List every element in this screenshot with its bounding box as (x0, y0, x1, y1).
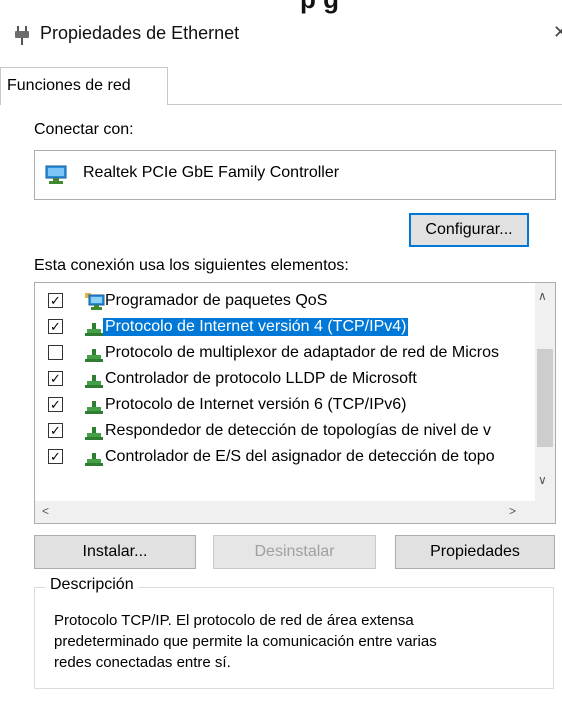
list-item[interactable]: ✓ Protocolo de Internet versión 4 (TCP/IP… (35, 315, 535, 341)
horizontal-scrollbar[interactable]: < > (35, 501, 535, 523)
list-item[interactable]: ✓ Protocolo de Internet versión 6 (TCP/IP… (35, 393, 535, 419)
item-checkbox[interactable]: ✓ (48, 423, 63, 438)
protocol-icon (83, 397, 105, 415)
connect-label: Conectar con: (34, 121, 134, 138)
adapter-name: Realtek PCIe GbE Family Controller (83, 164, 340, 181)
item-checkbox[interactable]: ✓ (48, 293, 63, 308)
tab-label: Funciones de red (7, 77, 131, 94)
ethernet-plug-icon (14, 24, 30, 46)
tab-funciones-de-red[interactable]: Funciones de red (0, 67, 168, 105)
title-bar: Propiedades de Ethernet ✕ (0, 18, 562, 54)
network-service-icon (83, 293, 105, 311)
components-list[interactable]: ✓ Programador de paquetes QoS ✓ Protocolo d… (34, 282, 556, 524)
protocol-icon (83, 319, 105, 337)
protocol-icon (83, 423, 105, 441)
window-title: Propiedades de Ethernet (40, 23, 240, 43)
scroll-left-icon[interactable]: < (42, 504, 49, 518)
scroll-up-icon[interactable]: ∧ (538, 289, 547, 303)
adapter-field: Realtek PCIe GbE Family Controller (34, 150, 556, 200)
item-checkbox[interactable] (48, 345, 63, 360)
list-item[interactable]: ✓ Controlador de protocolo LLDP de Micros… (35, 367, 535, 393)
configure-button[interactable]: Configurar... (409, 213, 529, 247)
item-checkbox[interactable]: ✓ (48, 397, 63, 412)
scroll-right-icon[interactable]: > (509, 504, 516, 518)
protocol-icon (83, 449, 105, 467)
vertical-scrollbar[interactable]: ∧ ∨ (535, 283, 555, 501)
item-label: Respondedor de detección de topologías d… (105, 422, 492, 439)
uninstall-button[interactable]: Desinstalar (213, 535, 376, 569)
scroll-down-icon[interactable]: ∨ (538, 473, 547, 487)
list-item[interactable]: Protocolo de multiplexor de adaptador de… (35, 341, 535, 367)
item-label: Controlador de E/S del asignador de dete… (105, 448, 495, 465)
description-line: Protocolo TCP/IP. El protocolo de red de… (54, 612, 414, 629)
scroll-corner (535, 501, 555, 523)
item-label: Protocolo de multiplexor de adaptador de… (105, 344, 499, 361)
item-checkbox[interactable]: ✓ (48, 371, 63, 386)
item-label: Protocolo de Internet versión 6 (TCP/IPv… (105, 396, 407, 413)
install-button[interactable]: Instalar... (34, 535, 196, 569)
item-label: Programador de paquetes QoS (105, 292, 328, 309)
item-label: Protocolo de Internet versión 4 (TCP/IPv… (103, 318, 409, 336)
item-checkbox[interactable]: ✓ (48, 449, 63, 464)
cropped-heading: p g (0, 0, 562, 18)
list-item[interactable]: ✓ Programador de paquetes QoS (35, 289, 535, 315)
protocol-icon (83, 345, 105, 363)
network-adapter-icon (45, 165, 67, 185)
list-item[interactable]: ✓ Controlador de E/S del asignador de det… (35, 445, 535, 471)
item-label: Controlador de protocolo LLDP de Microso… (105, 370, 417, 387)
properties-button[interactable]: Propiedades (395, 535, 555, 569)
description-line: redes conectadas entre sí. (54, 654, 231, 671)
description-legend: Descripción (46, 576, 138, 594)
items-label: Esta conexión usa los siguientes element… (34, 257, 349, 274)
list-item[interactable]: ✓ Respondedor de detección de topologías … (35, 419, 535, 445)
scroll-thumb[interactable] (537, 349, 553, 447)
cropped-heading-text: p g (300, 0, 339, 15)
protocol-icon (83, 371, 105, 389)
item-checkbox[interactable]: ✓ (48, 319, 63, 334)
description-line: predeterminado que permite la comunicaci… (54, 633, 437, 650)
close-icon[interactable]: ✕ (553, 22, 562, 43)
description-text: Protocolo TCP/IP. El protocolo de red de… (54, 610, 524, 673)
